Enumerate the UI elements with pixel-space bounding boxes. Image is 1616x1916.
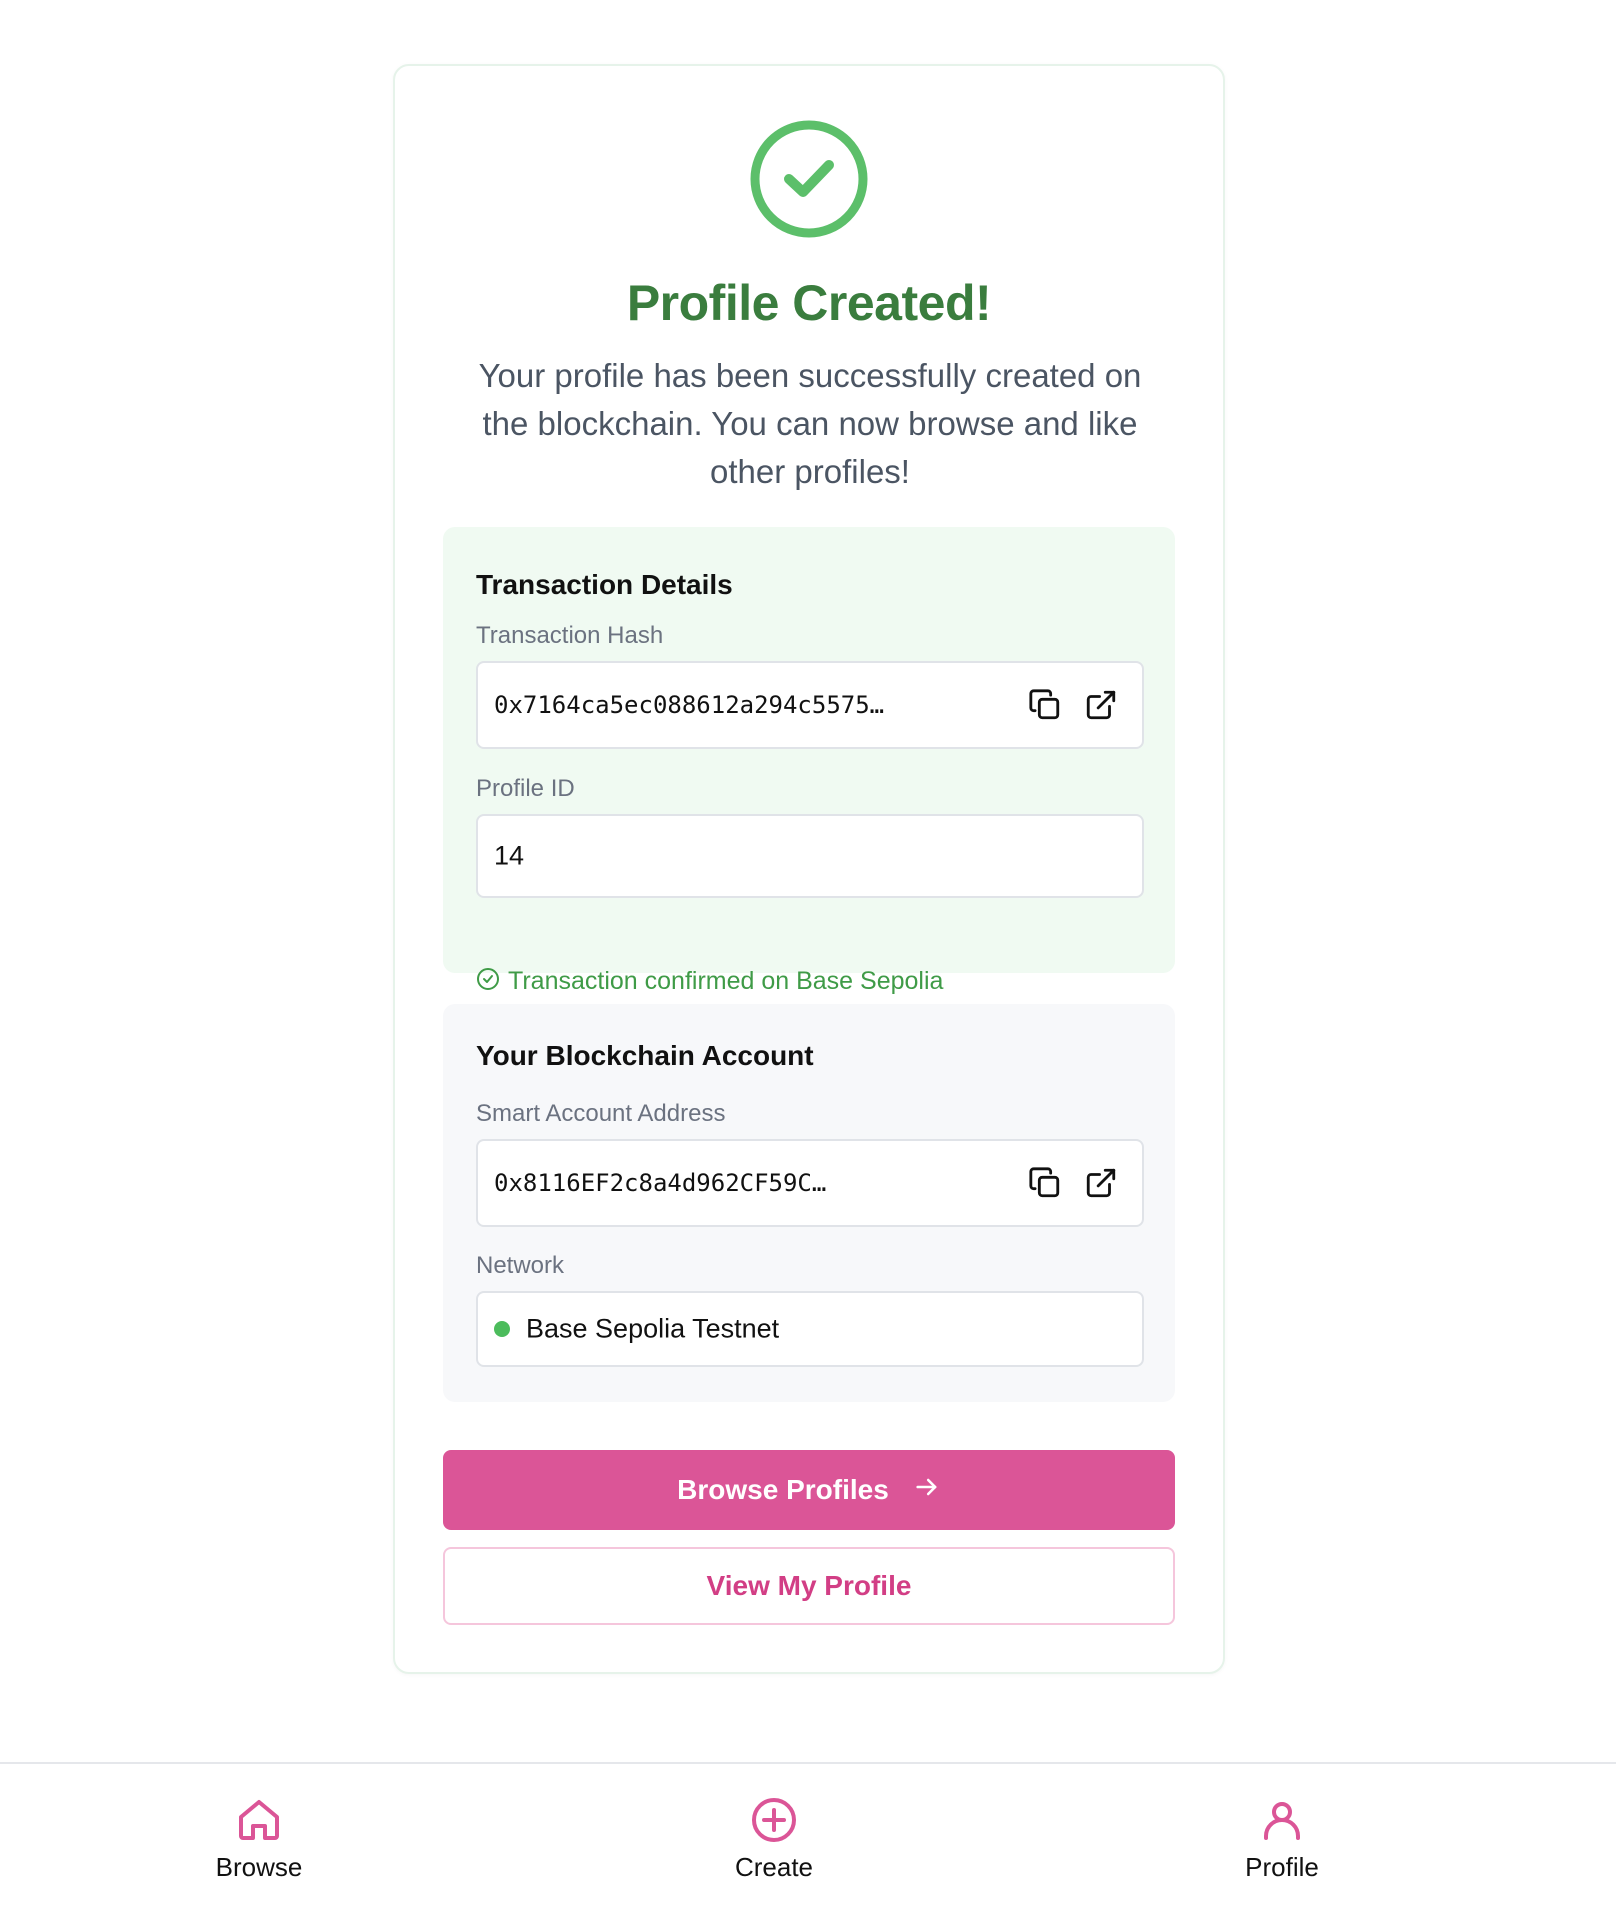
smart-account-address-label: Smart Account Address: [476, 1100, 726, 1127]
external-link-icon[interactable]: [1084, 688, 1118, 722]
network-status-dot: [494, 1321, 510, 1337]
nav-item-browse[interactable]: Browse: [179, 1796, 339, 1883]
page-title: Profile Created!: [626, 275, 992, 331]
transaction-confirmed-status: Transaction confirmed on Base Sepolia: [476, 967, 943, 996]
nav-item-profile-label: Profile: [1245, 1852, 1319, 1882]
smart-account-address-field[interactable]: 0x8116EF2c8a4d962CF59C…: [476, 1139, 1144, 1227]
browse-profiles-button[interactable]: Browse Profiles: [443, 1450, 1175, 1530]
transaction-hash-label: Transaction Hash: [476, 622, 664, 649]
profile-id-value: 14: [494, 840, 525, 871]
blockchain-account-heading: Your Blockchain Account: [476, 1040, 814, 1071]
nav-item-create-label: Create: [734, 1852, 814, 1882]
blockchain-account-panel: Your Blockchain Account Smart Account Ad…: [443, 1004, 1175, 1402]
transaction-details-panel: Transaction Details Transaction Hash 0x7…: [443, 527, 1175, 995]
network-value: Base Sepolia Testnet: [526, 1313, 780, 1344]
nav-item-profile[interactable]: Profile: [1202, 1796, 1362, 1883]
profile-id-field: 14: [476, 814, 1144, 898]
check-circle-small-icon: [476, 967, 500, 996]
arrow-right-icon: [913, 1473, 941, 1508]
network-field: Base Sepolia Testnet: [476, 1291, 1144, 1367]
page: Profile Created! Your profile has been s…: [0, 0, 1616, 1916]
user-icon: [1202, 1796, 1362, 1844]
home-icon: [179, 1796, 339, 1844]
network-label: Network: [476, 1252, 565, 1279]
view-my-profile-button[interactable]: View My Profile: [443, 1547, 1175, 1625]
transaction-confirmed-text: Transaction confirmed on Base Sepolia: [508, 967, 944, 995]
transaction-hash-field[interactable]: 0x7164ca5ec088612a294c5575…: [476, 661, 1144, 749]
check-circle-icon: [749, 119, 869, 239]
transaction-details-heading: Transaction Details: [476, 569, 733, 600]
success-message: Your profile has been successfully creat…: [478, 357, 1142, 490]
success-card: Profile Created! Your profile has been s…: [393, 64, 1225, 1674]
smart-account-address-value: 0x8116EF2c8a4d962CF59C…: [494, 1169, 827, 1197]
profile-id-label: Profile ID: [476, 775, 575, 802]
nav-item-browse-label: Browse: [215, 1852, 303, 1882]
copy-icon[interactable]: [1028, 1166, 1062, 1200]
nav-item-create[interactable]: Create: [694, 1796, 854, 1883]
bottom-nav: Browse Create Profile: [0, 1762, 1616, 1916]
transaction-hash-value: 0x7164ca5ec088612a294c5575…: [494, 691, 885, 719]
plus-circle-icon: [694, 1796, 854, 1844]
copy-icon[interactable]: [1028, 688, 1062, 722]
browse-profiles-label: Browse Profiles: [677, 1474, 889, 1505]
external-link-icon[interactable]: [1084, 1166, 1118, 1200]
